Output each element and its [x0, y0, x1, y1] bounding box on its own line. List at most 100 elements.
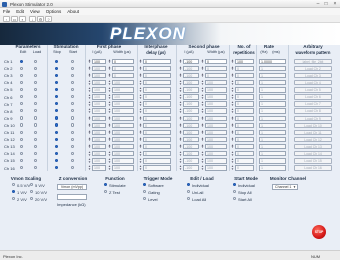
stepper-icon[interactable]: ▲ ▼	[139, 58, 142, 64]
stepper-icon[interactable]: ▲ ▼	[139, 136, 142, 142]
first-phase-current[interactable]: 100	[92, 58, 106, 65]
load-waveform-button[interactable]: Load Ch 15	[294, 158, 332, 164]
stop-radio[interactable]	[55, 102, 59, 106]
stepper-icon[interactable]: ▲ ▼	[179, 136, 182, 142]
rate-field[interactable]: 1	[259, 165, 286, 171]
stepper-icon[interactable]: ▲ ▼	[108, 165, 111, 171]
stop-radio[interactable]	[55, 87, 59, 92]
repetitions-field[interactable]: 0	[235, 158, 254, 164]
start-radio[interactable]	[71, 137, 75, 141]
stepper-icon[interactable]: ▲ ▼	[139, 158, 142, 164]
stop-button[interactable]: STOP	[312, 225, 326, 239]
repetitions-field[interactable]: 0	[235, 115, 254, 121]
rate-field[interactable]: 1.0000	[259, 58, 286, 65]
second-phase-width[interactable]: 100	[205, 136, 227, 143]
load-waveform-button[interactable]: Load Ch 6	[294, 94, 332, 100]
stepper-icon[interactable]: ▲ ▼	[88, 108, 91, 114]
edit-radio[interactable]	[20, 144, 24, 148]
stepper-icon[interactable]: ▲ ▼	[231, 165, 234, 171]
second-phase-width[interactable]: 100	[205, 101, 227, 107]
first-phase-current[interactable]: 100	[92, 143, 106, 150]
stepper-icon[interactable]: ▲ ▼	[139, 101, 142, 107]
stepper-icon[interactable]: ▲ ▼	[201, 143, 204, 149]
start-radio[interactable]	[71, 73, 75, 77]
rate-field[interactable]: 1	[259, 108, 286, 114]
second-phase-width[interactable]: 100	[205, 80, 227, 86]
monitor-channel-select[interactable]: Channel 1 ▼	[272, 184, 298, 190]
stepper-icon[interactable]: ▲ ▼	[88, 122, 91, 128]
stepper-icon[interactable]: ▲ ▼	[179, 72, 182, 78]
rate-field[interactable]: 1	[259, 65, 286, 72]
help-icon[interactable]: ?	[45, 16, 52, 22]
load-radio[interactable]	[34, 144, 38, 148]
first-phase-width[interactable]: 100	[112, 129, 134, 136]
stepper-icon[interactable]: ▲ ▼	[88, 151, 91, 157]
stepper-icon[interactable]: ▲ ▼	[231, 108, 234, 114]
rate-field[interactable]: 1	[259, 87, 286, 93]
first-phase-current[interactable]: 100	[92, 136, 106, 143]
settings-icon[interactable]: ⚙	[37, 16, 44, 22]
first-phase-current[interactable]: 100	[92, 151, 106, 157]
stepper-icon[interactable]: ▲ ▼	[231, 65, 234, 71]
first-phase-current[interactable]: 100	[92, 108, 106, 114]
start-radio[interactable]	[71, 80, 75, 85]
stepper-icon[interactable]: ▲ ▼	[88, 115, 91, 121]
interphase-delay[interactable]: 0	[143, 136, 171, 143]
menu-edit[interactable]: Edit	[13, 8, 27, 15]
first-phase-width[interactable]: 100	[112, 108, 134, 114]
rate-field[interactable]: 1	[259, 158, 286, 164]
edit-radio[interactable]	[20, 102, 24, 106]
stepper-icon[interactable]: ▲ ▼	[88, 65, 91, 71]
load-radio[interactable]	[34, 66, 38, 70]
load-radio[interactable]	[34, 80, 38, 85]
load-radio[interactable]	[34, 102, 38, 106]
impedance-field[interactable]	[57, 194, 87, 200]
second-phase-current[interactable]: -100	[183, 129, 199, 136]
stepper-icon[interactable]: ▲ ▼	[108, 108, 111, 114]
first-phase-width[interactable]: 100	[112, 158, 134, 164]
interphase-delay[interactable]: 0	[143, 115, 171, 121]
second-phase-current[interactable]: -100	[183, 136, 199, 143]
load-waveform-button[interactable]: Load Ch 2	[294, 65, 332, 72]
edit-radio[interactable]	[20, 66, 24, 70]
second-phase-width[interactable]: 100	[205, 165, 227, 171]
stepper-icon[interactable]: ▲ ▼	[231, 151, 234, 157]
load-waveform-button[interactable]: Load Ch 12	[294, 136, 332, 143]
load-waveform-button[interactable]: label_file_2bit	[294, 58, 332, 65]
load-radio[interactable]	[34, 151, 38, 156]
stepper-icon[interactable]: ▲ ▼	[179, 80, 182, 86]
stop-radio[interactable]	[55, 116, 59, 120]
load-radio[interactable]	[34, 73, 38, 77]
stepper-icon[interactable]: ▲ ▼	[139, 122, 142, 128]
start-radio[interactable]	[71, 144, 75, 148]
stepper-icon[interactable]: ▲ ▼	[179, 122, 182, 128]
first-phase-width[interactable]: 100	[112, 101, 134, 107]
stepper-icon[interactable]: ▲ ▼	[179, 101, 182, 107]
repetitions-field[interactable]: 0	[235, 129, 254, 136]
stepper-icon[interactable]: ▲ ▼	[201, 72, 204, 78]
edit-radio[interactable]	[20, 158, 24, 163]
stepper-icon[interactable]: ▲ ▼	[231, 143, 234, 149]
stepper-icon[interactable]: ▲ ▼	[201, 165, 204, 171]
stepper-icon[interactable]: ▲ ▼	[88, 158, 91, 164]
interphase-delay[interactable]: 0	[143, 58, 171, 65]
first-phase-current[interactable]: 100	[92, 115, 106, 121]
stepper-icon[interactable]: ▲ ▼	[201, 129, 204, 135]
repetitions-field[interactable]: 0	[235, 72, 254, 79]
stepper-icon[interactable]: ▲ ▼	[108, 80, 111, 86]
first-phase-current[interactable]: 100	[92, 158, 106, 164]
start-radio[interactable]	[71, 102, 75, 106]
interphase-delay[interactable]: 0	[143, 72, 171, 79]
second-phase-width[interactable]: 100	[205, 158, 227, 164]
menu-about[interactable]: About	[64, 8, 82, 15]
save-icon[interactable]: ▪	[19, 16, 26, 22]
minimize-icon[interactable]: –	[314, 1, 322, 7]
stepper-icon[interactable]: ▲ ▼	[88, 58, 91, 64]
start-radio[interactable]	[71, 95, 75, 99]
start-radio[interactable]	[71, 87, 75, 92]
stepper-icon[interactable]: ▲ ▼	[201, 87, 204, 93]
stepper-icon[interactable]: ▲ ▼	[231, 122, 234, 128]
first-phase-width[interactable]: 100	[112, 165, 134, 171]
first-phase-current[interactable]: 100	[92, 72, 106, 79]
stepper-icon[interactable]: ▲ ▼	[108, 101, 111, 107]
